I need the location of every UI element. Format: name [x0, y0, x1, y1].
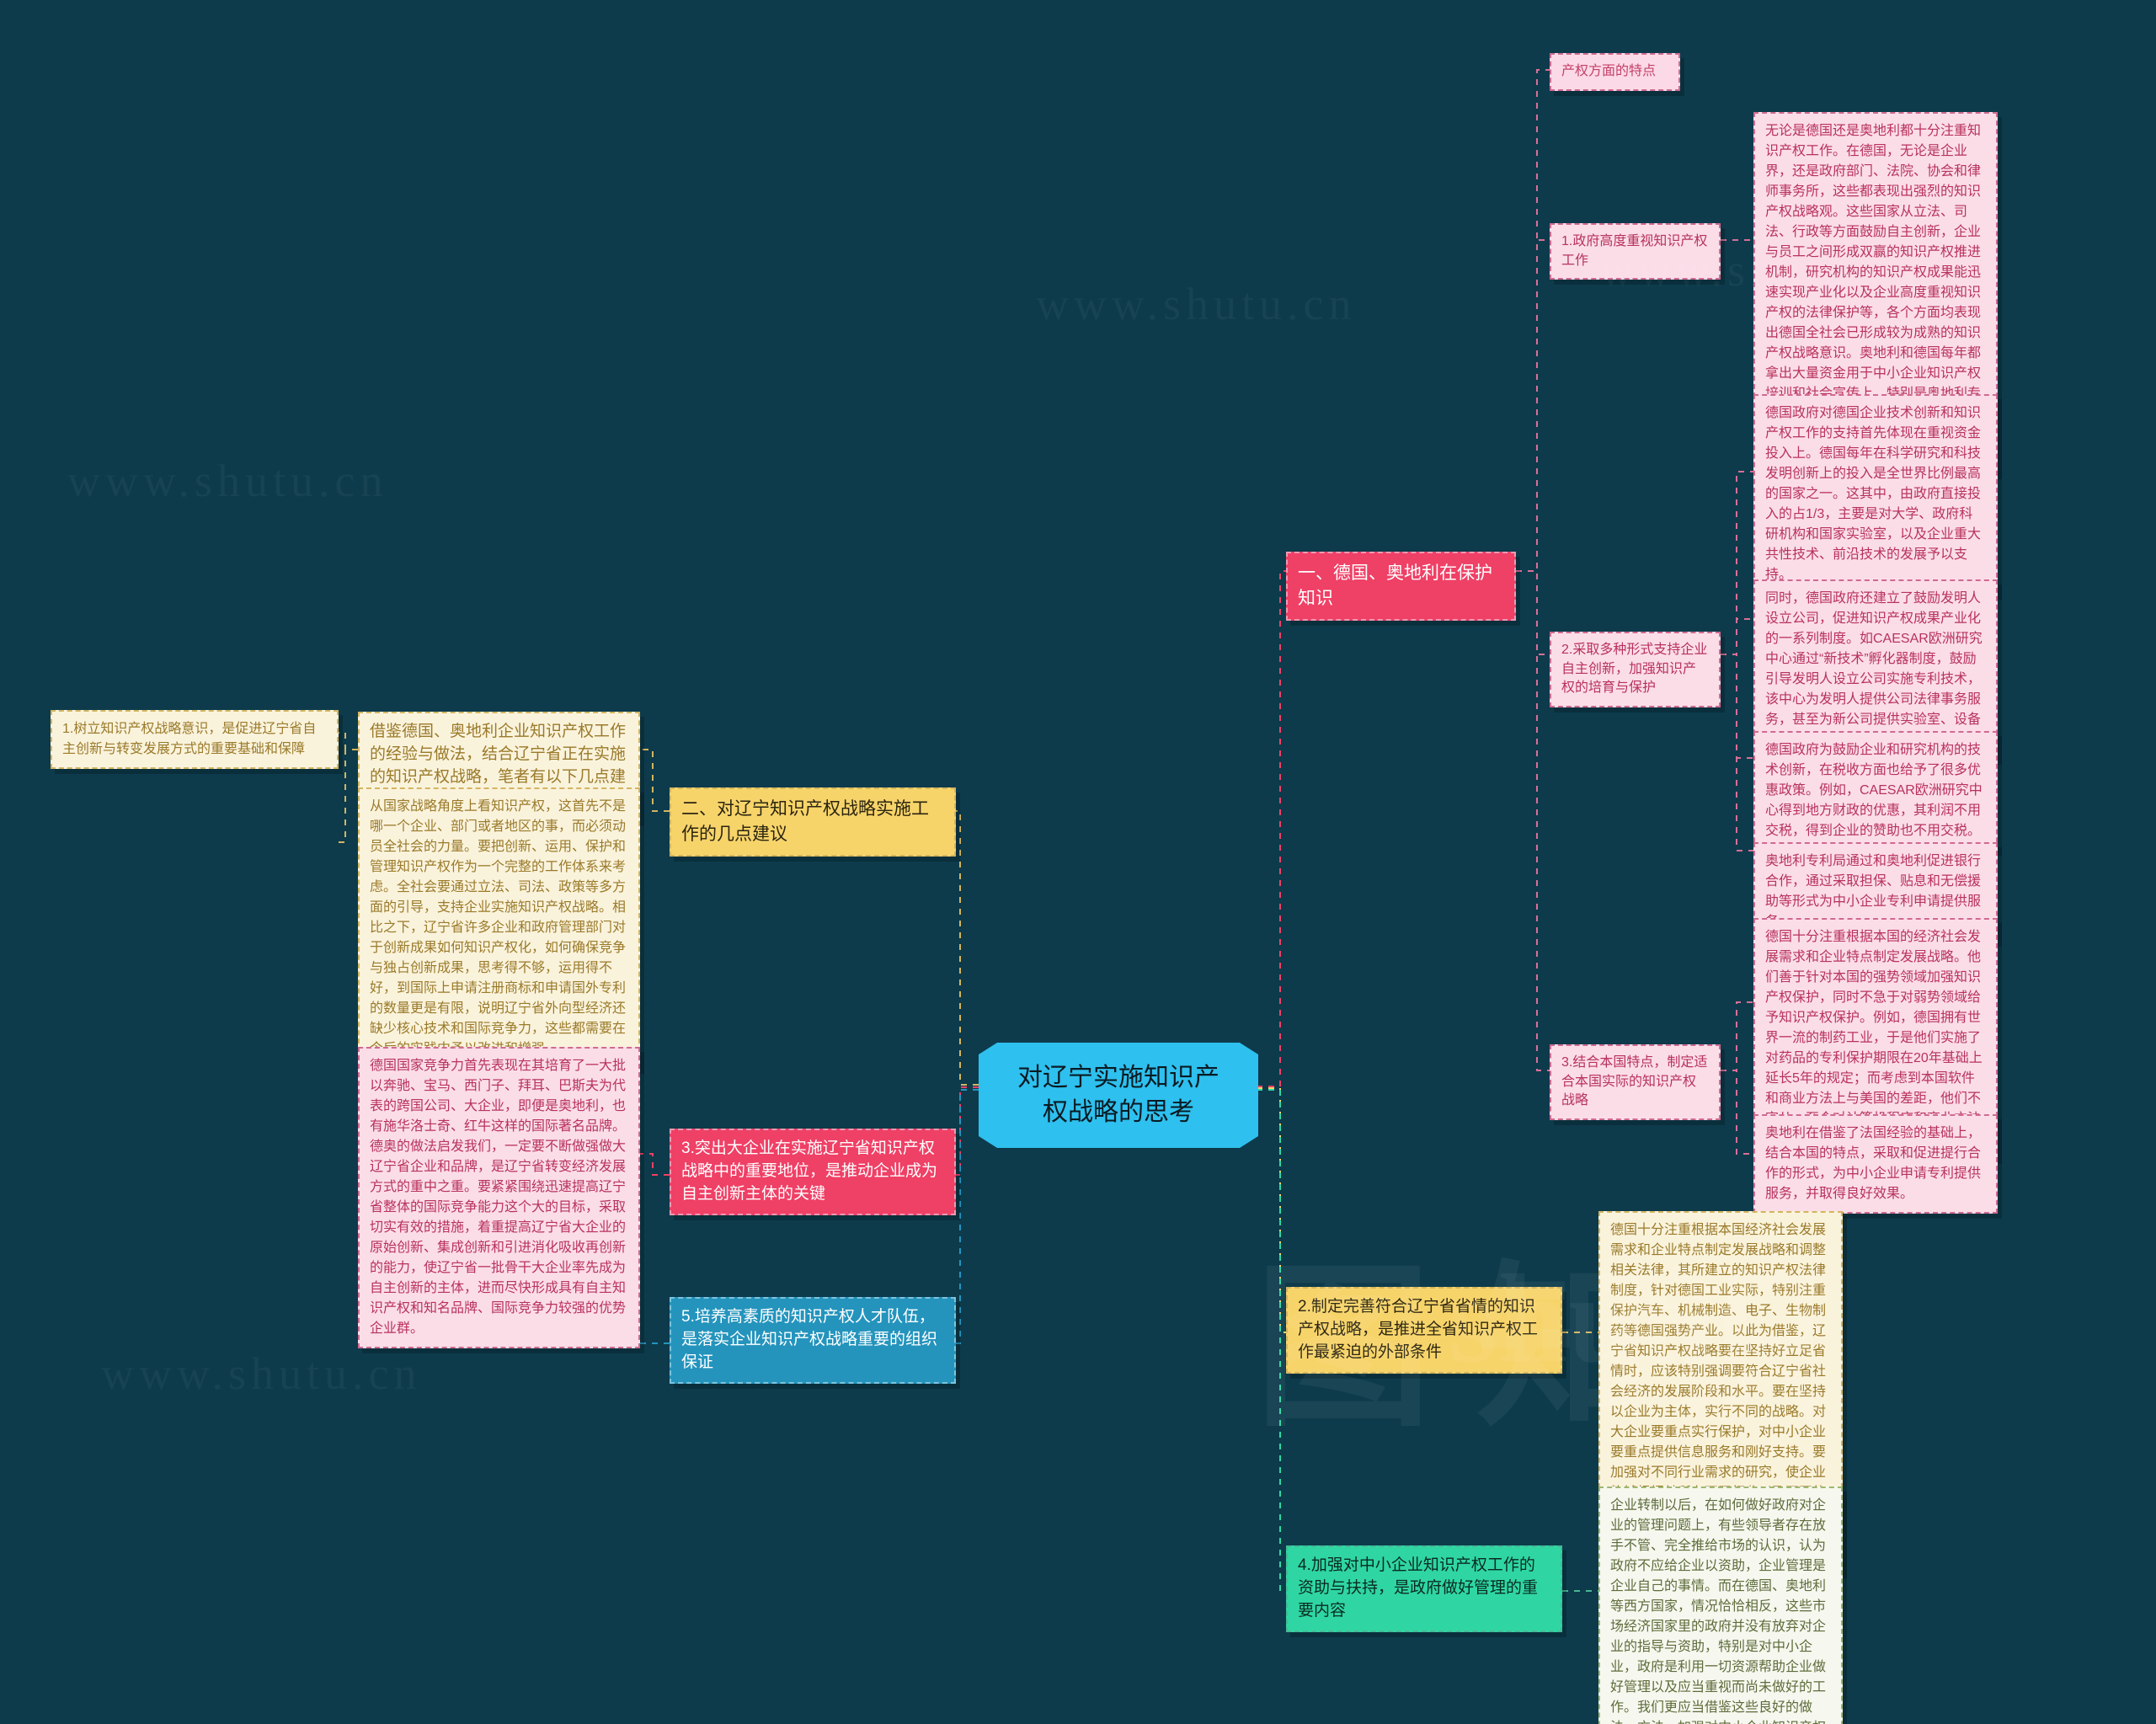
mindmap-canvas: www.shutu.cn www.shutu.cn www.shutu.cn w…: [0, 0, 2156, 1724]
subnode-right-1-2[interactable]: 1.政府高度重视知识产权工作: [1550, 223, 1721, 280]
detail-left-1-1-2: 从国家战略角度上看知识产权，这首先不是哪一个企业、部门或者地区的事，而必须动员全…: [358, 787, 640, 1069]
central-node[interactable]: 对辽宁实施知识产权战略的思考: [979, 1043, 1258, 1148]
detail-right-1-4-2: 奥地利在借鉴了法国经验的基础上，结合本国的特点，采取和促进提行合作的形式，为中小…: [1753, 1114, 1998, 1214]
subnode-right-1-4[interactable]: 3.结合本国特点，制定适合本国实际的知识产权战略: [1550, 1044, 1721, 1121]
subnode-right-1-3[interactable]: 2.采取多种形式支持企业自主创新，加强知识产权的培育与保护: [1550, 632, 1721, 708]
branch-node-right-1[interactable]: 一、德国、奥地利在保护知识: [1286, 552, 1516, 621]
detail-right-1-3-3: 德国政府为鼓励企业和研究机构的技术创新，在税收方面也给予了很多优惠政策。例如，C…: [1753, 731, 1998, 851]
detail-left-2-1: 德国国家竞争力首先表现在其培育了一大批以奔驰、宝马、西门子、拜耳、巴斯夫为代表的…: [358, 1047, 640, 1348]
central-node-label: 对辽宁实施知识产权战略的思考: [979, 1043, 1258, 1148]
branch-node-right-2[interactable]: 2.制定完善符合辽宁省省情的知识产权战略，是推进全省知识产权工作最紧迫的外部条件: [1286, 1287, 1562, 1374]
branch-node-right-3[interactable]: 4.加强对中小企业知识产权工作的资助与扶持，是政府做好管理的重要内容: [1286, 1545, 1562, 1632]
branch-node-left-1[interactable]: 二、对辽宁知识产权战略实施工作的几点建议: [670, 787, 956, 857]
detail-left-1-1-1: 1.树立知识产权战略意识，是促进辽宁省自主创新与转变发展方式的重要基础和保障: [51, 710, 339, 769]
detail-right-1-3-1: 德国政府对德国企业技术创新和知识产权工作的支持首先体现在重视资金投入上。德国每年…: [1753, 394, 1998, 595]
subnode-right-1-1[interactable]: 产权方面的特点: [1550, 53, 1680, 91]
detail-right-3-1: 企业转制以后，在如何做好政府对企业的管理问题上，有些领导者存在放手不管、完全推给…: [1598, 1486, 1843, 1724]
branch-node-left-3[interactable]: 5.培养高素质的知识产权人才队伍，是落实企业知识产权战略重要的组织保证: [670, 1297, 956, 1384]
branch-node-left-2[interactable]: 3.突出大企业在实施辽宁省知识产权战略中的重要地位，是推动企业成为自主创新主体的…: [670, 1129, 956, 1215]
